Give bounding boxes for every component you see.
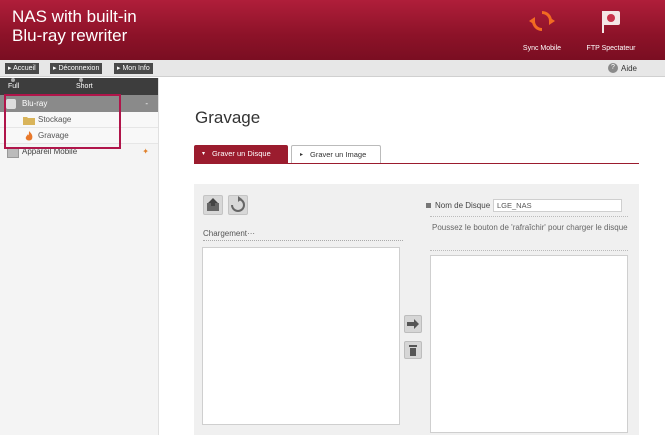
refresh-hint: Poussez le bouton de 'rafraîchir' pour c… — [432, 223, 628, 232]
nav-mon-info-label: Mon Info — [122, 65, 150, 72]
sync-mobile-button[interactable]: Sync Mobile — [516, 6, 568, 56]
tab-graver-image[interactable]: ▸ Graver un Image — [291, 145, 381, 163]
app-title-line2: Blu-ray rewriter — [12, 26, 128, 45]
sync-mobile-label: Sync Mobile — [522, 45, 562, 52]
tab-graver-disque-label: Graver un Disque — [212, 149, 271, 158]
sync-icon — [529, 11, 555, 31]
disk-name-label: Nom de Disque — [426, 201, 490, 210]
loading-label: Chargement··· — [203, 229, 256, 238]
disk-name-input[interactable] — [493, 199, 622, 212]
add-to-disc-button[interactable] — [404, 315, 422, 333]
nav-deconnexion[interactable]: ▸ Déconnexion — [50, 63, 103, 74]
tab-graver-disque[interactable]: ▾ Graver un Disque — [194, 145, 288, 163]
upload-button[interactable] — [203, 195, 223, 215]
top-nav-bar: ▸ Accueil ▸ Déconnexion ▸ Mon Info ? Aide — [0, 60, 665, 77]
app-header: NAS with built-in Blu-ray rewriter Sync … — [0, 0, 665, 60]
help-label: Aide — [620, 64, 637, 73]
source-list[interactable] — [202, 247, 400, 425]
trash-icon — [409, 345, 417, 356]
help-link[interactable]: ? Aide — [607, 63, 637, 74]
disk-name-label-text: Nom de Disque — [435, 201, 491, 210]
tab-underline — [194, 163, 639, 164]
tab-graver-image-label: Graver un Image — [310, 150, 367, 159]
page-title: Gravage — [195, 108, 261, 127]
ftp-spectateur-button[interactable]: FTP Spectateur — [585, 6, 637, 56]
divider — [203, 240, 403, 241]
highlight-box — [4, 94, 121, 149]
app-title: NAS with built-in Blu-ray rewriter — [12, 7, 137, 45]
upload-icon — [207, 198, 219, 211]
nav-mon-info[interactable]: ▸ Mon Info — [114, 63, 153, 74]
divider — [430, 250, 628, 251]
bullet-icon — [426, 203, 431, 209]
refresh-icon — [231, 196, 245, 212]
divider — [430, 216, 628, 217]
nav-accueil[interactable]: ▸ Accueil — [5, 63, 39, 74]
disc-content-list[interactable] — [430, 255, 628, 433]
menu-toggle-bar: Full Menu Short Menu — [0, 78, 158, 107]
tab-arrow-icon: ▾ — [202, 151, 206, 157]
new-badge-icon: ✦ — [142, 147, 149, 156]
help-icon: ? — [607, 63, 618, 73]
ftp-flag-icon — [602, 11, 620, 33]
nav-accueil-label: Accueil — [13, 65, 36, 72]
arrow-right-icon — [407, 319, 419, 329]
tab-arrow-icon: ▸ — [300, 152, 304, 158]
nav-deconnexion-label: Déconnexion — [58, 65, 100, 72]
collapse-icon: - — [145, 99, 148, 108]
full-menu-dot-icon — [11, 78, 15, 82]
refresh-button[interactable] — [228, 195, 248, 215]
ftp-spectateur-label: FTP Spectateur — [586, 45, 636, 52]
short-menu-dot-icon — [79, 78, 83, 82]
delete-button[interactable] — [404, 341, 422, 359]
app-title-line1: NAS with built-in — [12, 7, 137, 26]
